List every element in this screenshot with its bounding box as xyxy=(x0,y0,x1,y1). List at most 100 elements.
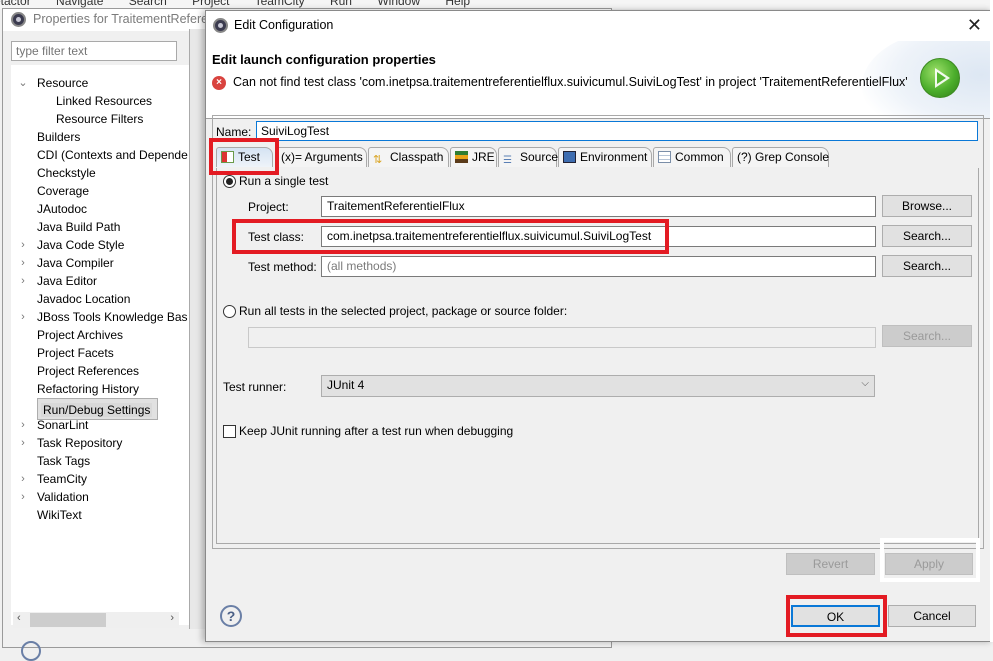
tree-item-label: JBoss Tools Knowledge Bas xyxy=(37,310,188,324)
jre-icon xyxy=(455,151,468,163)
test-runner-label: Test runner: xyxy=(223,380,287,394)
tree-item[interactable]: Project References xyxy=(37,362,139,380)
menu-help[interactable]: Help xyxy=(445,0,470,8)
search-test-class-button[interactable]: Search... xyxy=(882,225,972,247)
chevron-right-icon[interactable]: › xyxy=(17,470,29,488)
test-runner-select[interactable]: JUnit 4 ⌵ xyxy=(321,375,875,397)
tree-item-label: WikiText xyxy=(37,508,82,522)
tree-item-label: TeamCity xyxy=(37,472,88,486)
chevron-right-icon[interactable]: › xyxy=(17,488,29,506)
keep-junit-running-checkbox[interactable] xyxy=(223,425,236,438)
tree-item[interactable]: Javadoc Location xyxy=(37,290,130,308)
tab-grep-console[interactable]: (?) Grep Console xyxy=(732,147,829,167)
scroll-thumb[interactable] xyxy=(30,613,106,627)
tree-item-label: Java Editor xyxy=(37,274,98,288)
project-input[interactable]: TraitementReferentielFlux xyxy=(321,196,876,217)
menu-teamcity[interactable]: TeamCity xyxy=(255,0,305,8)
tree-item[interactable]: › SonarLint xyxy=(21,416,88,434)
menu-run[interactable]: Run xyxy=(330,0,352,8)
tree-item[interactable]: › Task Repository xyxy=(21,434,122,452)
chevron-right-icon[interactable]: › xyxy=(17,272,29,290)
tree-item[interactable]: Project Archives xyxy=(37,326,123,344)
chevron-right-icon[interactable]: › xyxy=(17,308,29,326)
run-single-test-label: Run a single test xyxy=(239,174,329,188)
tree-item[interactable]: Linked Resources xyxy=(56,92,152,110)
ok-button[interactable]: OK xyxy=(791,605,880,627)
edit-configuration-dialog: Edit Configuration ✕ Edit launch configu… xyxy=(205,10,993,642)
tree-item[interactable]: CDI (Contexts and Depende xyxy=(37,146,188,164)
dialog-banner: Edit launch configuration properties × C… xyxy=(206,41,992,119)
eclipse-icon xyxy=(213,18,228,33)
help-icon[interactable] xyxy=(21,641,41,661)
tree-item[interactable]: Task Tags xyxy=(37,452,90,470)
source-icon: ☰ xyxy=(503,155,512,166)
tab-jre[interactable]: JRE xyxy=(450,147,497,167)
scroll-left-icon[interactable]: ‹ xyxy=(17,612,21,624)
tab-bar: Test (x)= Arguments ⇅ Classpath JRE ☰ Sour… xyxy=(216,147,983,169)
test-tab-panel xyxy=(216,168,979,544)
tree-item[interactable]: › TeamCity xyxy=(21,470,88,488)
tree-item[interactable]: › Java Compiler xyxy=(21,254,114,272)
chevron-right-icon[interactable]: › xyxy=(17,236,29,254)
tree-item[interactable]: Project Facets xyxy=(37,344,114,362)
tree-item[interactable]: Checkstyle xyxy=(37,164,96,182)
search-container-button[interactable]: Search... xyxy=(882,325,972,347)
scroll-right-icon[interactable]: › xyxy=(170,612,174,624)
search-test-method-button[interactable]: Search... xyxy=(882,255,972,277)
tree-item-label: JAutodoc xyxy=(37,202,88,216)
tree-item-label: Resource Filters xyxy=(56,112,144,126)
help-icon[interactable]: ? xyxy=(220,605,242,627)
name-input[interactable]: SuiviLogTest xyxy=(256,121,978,141)
tab-classpath[interactable]: ⇅ Classpath xyxy=(368,147,449,167)
tree-item[interactable]: › Validation xyxy=(21,488,89,506)
cancel-button[interactable]: Cancel xyxy=(888,605,976,627)
tree-item-label: Run/Debug Settings xyxy=(41,403,153,417)
tree-item-label: Refactoring History xyxy=(37,382,140,396)
tree-horizontal-scrollbar[interactable]: ‹ › xyxy=(13,612,179,628)
chevron-down-icon[interactable]: ⌄ xyxy=(17,74,29,92)
test-method-input[interactable]: (all methods) xyxy=(321,256,876,277)
tab-common[interactable]: Common xyxy=(653,147,731,167)
tree-item[interactable]: Refactoring History xyxy=(37,380,139,398)
chevron-right-icon[interactable]: › xyxy=(17,416,29,434)
properties-tree: ⌄ Resource Linked Resources Resource Filter… xyxy=(11,65,189,625)
chevron-right-icon[interactable]: › xyxy=(17,434,29,452)
tree-item[interactable]: Resource Filters xyxy=(56,110,143,128)
chevron-right-icon[interactable]: › xyxy=(17,254,29,272)
menu-refactor[interactable]: etactor xyxy=(0,0,31,8)
tab-test[interactable]: Test xyxy=(216,147,273,167)
tree-item-label: Javadoc Location xyxy=(37,292,131,306)
menu-search[interactable]: Search xyxy=(129,0,167,8)
menu-project[interactable]: Project xyxy=(192,0,229,8)
tree-item[interactable]: › Java Code Style xyxy=(21,236,124,254)
run-single-test-radio[interactable] xyxy=(223,175,236,188)
properties-title: Properties for TraitementReferent xyxy=(33,12,219,26)
menu-navigate[interactable]: Navigate xyxy=(56,0,103,8)
filter-input[interactable] xyxy=(11,41,177,61)
test-class-input[interactable]: com.inetpsa.traitementreferentielflux.su… xyxy=(321,226,876,247)
browse-project-button[interactable]: Browse... xyxy=(882,195,972,217)
tree-item[interactable]: WikiText xyxy=(37,506,82,524)
tree-item-label: Project Archives xyxy=(37,328,124,342)
tree-item-label: CDI (Contexts and Depende xyxy=(37,148,188,162)
tree-item-label: Project Facets xyxy=(37,346,114,360)
tree-item[interactable]: › Java Editor xyxy=(21,272,98,290)
tree-item[interactable]: Java Build Path xyxy=(37,218,120,236)
close-icon[interactable]: ✕ xyxy=(967,15,982,36)
tree-item[interactable]: Coverage xyxy=(37,182,89,200)
project-label: Project: xyxy=(248,200,289,214)
run-all-container-input[interactable] xyxy=(248,327,876,348)
tree-item-label: Java Compiler xyxy=(37,256,114,270)
tree-item[interactable]: ⌄ Resource xyxy=(18,74,88,92)
dialog-title: Edit Configuration xyxy=(234,18,334,32)
tab-environment[interactable]: Environment xyxy=(558,147,652,167)
tab-arguments[interactable]: (x)= Arguments xyxy=(276,147,367,167)
tree-item[interactable]: JAutodoc xyxy=(37,200,87,218)
apply-button[interactable]: Apply xyxy=(885,553,973,575)
revert-button[interactable]: Revert xyxy=(786,553,875,575)
tree-item[interactable]: Builders xyxy=(37,128,80,146)
menu-window[interactable]: Window xyxy=(377,0,420,8)
run-all-tests-radio[interactable] xyxy=(223,305,236,318)
tree-item[interactable]: › JBoss Tools Knowledge Bas xyxy=(21,308,188,326)
tab-source[interactable]: ☰ Source xyxy=(498,147,558,167)
